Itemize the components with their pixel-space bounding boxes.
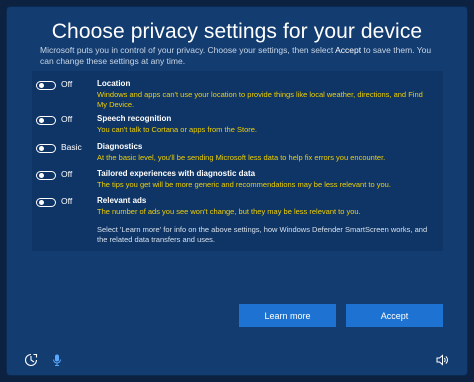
accessibility-icon[interactable] xyxy=(24,353,38,367)
page-title: Choose privacy settings for your device xyxy=(51,20,423,43)
subtitle-accent-word: Accept xyxy=(335,45,362,55)
toggle-knob xyxy=(39,118,44,123)
location-toggle[interactable] xyxy=(36,81,56,90)
speech-recognition-title: Speech recognition xyxy=(97,114,172,123)
settings-panel: Off Location Windows and apps can't use … xyxy=(32,71,443,251)
tailored-experiences-state: Off xyxy=(61,169,73,179)
learn-more-button[interactable]: Learn more xyxy=(239,304,336,327)
diagnostics-title: Diagnostics xyxy=(97,142,143,151)
diagnostics-description: At the basic level, you'll be sending Mi… xyxy=(97,153,386,162)
speech-recognition-state: Off xyxy=(61,114,73,124)
tailored-experiences-description: The tips you get will be more generic an… xyxy=(97,180,391,189)
diagnostics-state: Basic xyxy=(61,142,82,152)
location-description: Windows and apps can't use your location… xyxy=(97,90,423,109)
relevant-ads-description: The number of ads you see won't change, … xyxy=(97,207,361,216)
location-title: Location xyxy=(97,79,131,88)
toggle-knob xyxy=(39,146,44,151)
tailored-experiences-title: Tailored experiences with diagnostic dat… xyxy=(97,169,256,178)
learn-more-note: Select 'Learn more' for info on the abov… xyxy=(97,225,428,244)
accept-button[interactable]: Accept xyxy=(346,304,443,327)
speech-recognition-description: You can't talk to Cortana or apps from t… xyxy=(97,125,257,134)
relevant-ads-state: Off xyxy=(61,196,73,206)
volume-icon[interactable] xyxy=(435,353,449,367)
toggle-knob xyxy=(39,173,44,178)
relevant-ads-toggle[interactable] xyxy=(36,198,56,207)
microphone-icon[interactable] xyxy=(50,353,64,367)
toggle-knob xyxy=(39,200,44,205)
page-subtitle: Microsoft puts you in control of your pr… xyxy=(40,45,440,67)
relevant-ads-title: Relevant ads xyxy=(97,196,147,205)
subtitle-text-1: Microsoft puts you in control of your pr… xyxy=(40,45,336,55)
toggle-knob xyxy=(39,83,44,88)
location-state: Off xyxy=(61,79,73,89)
diagnostics-toggle[interactable] xyxy=(36,144,56,153)
speech-recognition-toggle[interactable] xyxy=(36,116,56,125)
tailored-experiences-toggle[interactable] xyxy=(36,171,56,180)
